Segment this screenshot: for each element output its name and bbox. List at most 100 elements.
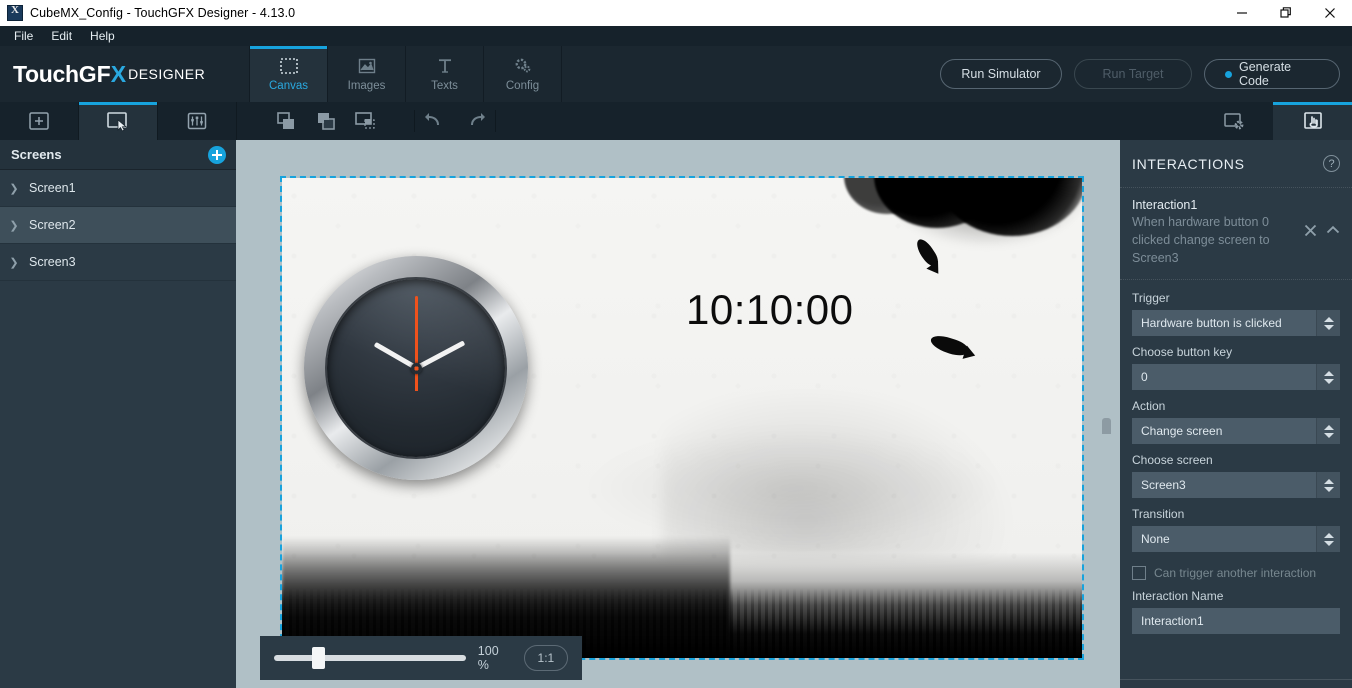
status-dot-icon	[1225, 70, 1232, 78]
logo-x: X	[110, 60, 127, 87]
zoom-percent-label: 100 %	[477, 644, 499, 672]
text-t-icon	[435, 56, 455, 76]
choose-screen-label: Choose screen	[1132, 453, 1213, 468]
generate-code-button[interactable]: Generate Code	[1204, 59, 1340, 89]
canvas-resize-handle[interactable]	[1102, 418, 1111, 434]
bring-to-front-icon	[274, 110, 298, 132]
screen-settings-button[interactable]	[1194, 102, 1273, 140]
menu-file-label: File	[14, 29, 34, 43]
send-to-back-button[interactable]	[306, 102, 346, 140]
zoom-slider-knob[interactable]	[312, 647, 325, 669]
zoom-reset-label: 1:1	[537, 651, 555, 665]
clock-center-hub	[410, 362, 422, 374]
screen-overlay-button[interactable]	[346, 102, 386, 140]
transition-spinner-icon[interactable]	[1316, 526, 1340, 553]
digital-clock-text[interactable]: 10:10:00	[686, 286, 854, 334]
trigger-spinner-icon[interactable]	[1316, 310, 1340, 337]
send-to-back-icon	[314, 110, 338, 132]
undo-button[interactable]	[415, 102, 455, 140]
choose-screen-select[interactable]: Screen3	[1132, 472, 1340, 499]
tab-canvas[interactable]: Canvas	[249, 46, 328, 102]
tab-texts-label: Texts	[431, 80, 458, 92]
can-trigger-label: Can trigger another interaction	[1154, 566, 1317, 581]
tab-config-label: Config	[505, 80, 540, 92]
close-icon[interactable]	[1308, 0, 1352, 26]
zoom-reset-button[interactable]: 1:1	[523, 645, 568, 671]
button-key-spinner-icon[interactable]	[1316, 364, 1340, 391]
choose-screen-spinner-icon[interactable]	[1316, 472, 1340, 499]
clock-face	[327, 279, 505, 457]
screen-canvas[interactable]: 10:10:00	[280, 176, 1084, 660]
chevron-right-icon[interactable]: ❯	[8, 219, 20, 232]
restore-icon[interactable]	[1264, 0, 1308, 26]
bring-to-front-button[interactable]	[266, 102, 306, 140]
top-bar: Touch GF X DESIGNER Canvas Images Texts …	[0, 46, 1352, 102]
gears-icon	[513, 56, 533, 76]
interaction-name-input[interactable]: Interaction1	[1132, 608, 1340, 635]
add-screen-icon[interactable]	[208, 145, 226, 164]
button-key-select[interactable]: 0	[1132, 364, 1340, 391]
menu-help[interactable]: Help	[81, 27, 124, 45]
menu-help-label: Help	[90, 29, 115, 43]
screens-panel: Screens ❯ Screen1 ❯ Screen2 ❯ Screen3	[0, 140, 236, 688]
chevron-up-icon[interactable]	[1326, 224, 1340, 237]
select-tool-button[interactable]	[79, 102, 158, 140]
panel-divider	[1120, 679, 1352, 680]
can-trigger-checkbox[interactable]	[1132, 566, 1146, 581]
sidebar-item-screen1[interactable]: ❯ Screen1	[0, 170, 236, 207]
screen-overlay-icon	[353, 110, 379, 132]
delete-interaction-icon[interactable]	[1304, 224, 1317, 237]
choose-screen-value: Screen3	[1141, 478, 1186, 493]
zoom-toolbar: 100 % 1:1	[260, 636, 582, 680]
add-widget-button[interactable]	[0, 102, 79, 140]
transition-select[interactable]: None	[1132, 526, 1340, 553]
canvas-workspace[interactable]: 10:10:00 100 % 1:1	[236, 140, 1120, 688]
redo-button[interactable]	[455, 102, 495, 140]
tab-config[interactable]: Config	[483, 46, 562, 102]
widget-toolbar	[0, 102, 1352, 140]
help-circle-icon[interactable]: ?	[1323, 155, 1340, 172]
logo-touch: Touch	[13, 60, 79, 87]
interactions-button[interactable]	[1273, 102, 1352, 140]
zoom-slider[interactable]	[274, 647, 466, 669]
tab-images[interactable]: Images	[327, 46, 406, 102]
menu-bar: File Edit Help	[0, 26, 1352, 46]
trigger-value: Hardware button is clicked	[1141, 316, 1282, 331]
menu-file[interactable]: File	[5, 27, 42, 45]
minimize-icon[interactable]	[1220, 0, 1264, 26]
sliders-icon	[185, 110, 209, 132]
redo-icon	[464, 111, 486, 131]
chevron-right-icon[interactable]: ❯	[8, 256, 20, 269]
action-select[interactable]: Change screen	[1132, 418, 1340, 445]
touchgfx-designer-window: CubeMX_Config - TouchGFX Designer - 4.13…	[0, 0, 1352, 688]
screen-gear-icon	[1221, 110, 1247, 132]
sidebar-item-screen3[interactable]: ❯ Screen3	[0, 244, 236, 281]
transition-label: Transition	[1132, 507, 1185, 522]
right-toolbar-group	[1194, 102, 1352, 140]
interactions-title: INTERACTIONS	[1132, 155, 1245, 172]
trigger-select[interactable]: Hardware button is clicked	[1132, 310, 1340, 337]
interaction-name-label: Interaction1	[1132, 198, 1198, 212]
properties-tool-button[interactable]	[158, 102, 237, 140]
title-bar: CubeMX_Config - TouchGFX Designer - 4.13…	[0, 0, 1352, 26]
can-trigger-row[interactable]: Can trigger another interaction	[1132, 566, 1340, 581]
trigger-label: Trigger	[1132, 291, 1170, 306]
interactions-hand-icon	[1300, 110, 1326, 132]
interaction-actions	[1304, 198, 1340, 267]
button-key-value: 0	[1141, 370, 1148, 385]
menu-edit[interactable]: Edit	[42, 27, 81, 45]
chevron-right-icon[interactable]: ❯	[8, 182, 20, 195]
sidebar-item-screen2[interactable]: ❯ Screen2	[0, 207, 236, 244]
interaction-summary: Interaction1 When hardware button 0 clic…	[1132, 198, 1292, 267]
interaction-list-item[interactable]: Interaction1 When hardware button 0 clic…	[1120, 188, 1352, 281]
top-actions: Run Simulator Run Target Generate Code	[940, 46, 1352, 102]
interaction-name-value: Interaction1	[1141, 614, 1204, 629]
top-tab-group: Canvas Images Texts Config	[249, 46, 562, 102]
run-target-button: Run Target	[1074, 59, 1192, 89]
run-simulator-button[interactable]: Run Simulator	[940, 59, 1062, 89]
analog-clock-widget[interactable]	[304, 256, 528, 480]
logo-designer: DESIGNER	[128, 66, 206, 82]
menu-edit-label: Edit	[51, 29, 73, 43]
action-spinner-icon[interactable]	[1316, 418, 1340, 445]
tab-texts[interactable]: Texts	[405, 46, 484, 102]
